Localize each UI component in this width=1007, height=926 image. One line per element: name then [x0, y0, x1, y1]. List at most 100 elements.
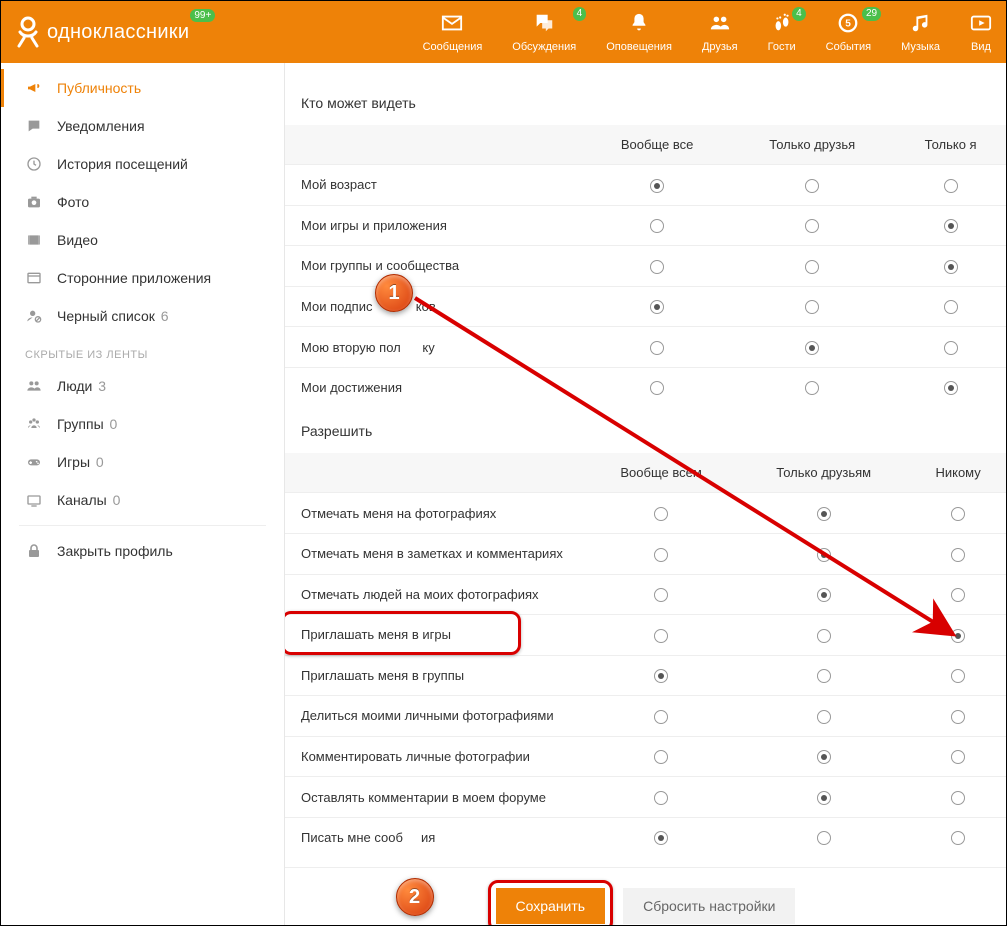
- radio-option[interactable]: [951, 710, 965, 724]
- radio-option[interactable]: [951, 588, 965, 602]
- radio-option[interactable]: [654, 791, 668, 805]
- radio-option[interactable]: [654, 548, 668, 562]
- nav-music[interactable]: Музыка: [901, 9, 940, 53]
- radio-option[interactable]: [944, 260, 958, 274]
- setting-row: Мой возраст: [285, 165, 1006, 206]
- nav-messages[interactable]: Сообщения: [423, 9, 483, 53]
- sidebar-separator: [19, 525, 266, 526]
- sidebar-item-count: 0: [110, 416, 118, 432]
- radio-option[interactable]: [817, 588, 831, 602]
- camera-icon: [25, 193, 43, 211]
- setting-label: Мои игры и приложения: [285, 205, 585, 246]
- radio-option[interactable]: [805, 179, 819, 193]
- sidebar-lock-profile[interactable]: Закрыть профиль: [1, 532, 284, 570]
- setting-label: Делиться моими личными фотографиями: [285, 696, 585, 737]
- radio-option[interactable]: [817, 629, 831, 643]
- sidebar-item-games[interactable]: Игры 0: [1, 443, 284, 481]
- coin-icon: 5: [837, 9, 859, 37]
- radio-option[interactable]: [805, 219, 819, 233]
- sidebar-item-blacklist[interactable]: Черный список 6: [1, 297, 284, 335]
- reset-button[interactable]: Сбросить настройки: [623, 888, 795, 924]
- sidebar-item-count: 6: [161, 308, 169, 324]
- nav-events[interactable]: 5 События 29: [826, 9, 871, 53]
- setting-row: Писать мне сооб ия: [285, 817, 1006, 857]
- sidebar-item-history[interactable]: История посещений: [1, 145, 284, 183]
- sidebar-item-apps[interactable]: Сторонние приложения: [1, 259, 284, 297]
- setting-label: Приглашать меня в игры: [285, 615, 585, 656]
- radio-option[interactable]: [817, 507, 831, 521]
- sidebar-item-label: Игры 0: [57, 454, 104, 470]
- topbar: одноклассники 99+ Сообщения Обсуждения 4…: [1, 1, 1006, 63]
- brand[interactable]: одноклассники 99+: [15, 15, 189, 49]
- nav-badge: 4: [792, 7, 806, 21]
- sidebar-item-people[interactable]: Люди 3: [1, 367, 284, 405]
- radio-option[interactable]: [951, 669, 965, 683]
- radio-option[interactable]: [951, 791, 965, 805]
- people-icon: [25, 377, 43, 395]
- radio-option[interactable]: [944, 341, 958, 355]
- friends-icon: [709, 9, 731, 37]
- nav-video[interactable]: Вид: [970, 9, 992, 53]
- radio-option[interactable]: [951, 507, 965, 521]
- setting-label: Отмечать людей на моих фотографиях: [285, 574, 585, 615]
- sidebar-item-channels[interactable]: Каналы 0: [1, 481, 284, 519]
- radio-option[interactable]: [944, 179, 958, 193]
- setting-row: Приглашать меня в группы: [285, 655, 1006, 696]
- sidebar-item-groups[interactable]: Группы 0: [1, 405, 284, 443]
- sidebar-item-photo[interactable]: Фото: [1, 183, 284, 221]
- nav-alerts[interactable]: Оповещения: [606, 9, 672, 53]
- radio-option[interactable]: [654, 507, 668, 521]
- nav-guests[interactable]: Гости 4: [768, 9, 796, 53]
- radio-option[interactable]: [817, 669, 831, 683]
- radio-option[interactable]: [650, 300, 664, 314]
- nav-discuss[interactable]: Обсуждения 4: [512, 9, 576, 53]
- radio-option[interactable]: [951, 629, 965, 643]
- setting-label: Писать мне сооб ия: [285, 817, 585, 857]
- radio-option[interactable]: [654, 831, 668, 845]
- radio-option[interactable]: [951, 831, 965, 845]
- radio-option[interactable]: [654, 750, 668, 764]
- radio-option[interactable]: [817, 548, 831, 562]
- radio-option[interactable]: [817, 710, 831, 724]
- radio-option[interactable]: [654, 629, 668, 643]
- nav-label: Вид: [971, 41, 991, 53]
- radio-option[interactable]: [650, 341, 664, 355]
- radio-option[interactable]: [817, 750, 831, 764]
- radio-option[interactable]: [650, 381, 664, 395]
- nav-label: Сообщения: [423, 41, 483, 53]
- radio-option[interactable]: [944, 219, 958, 233]
- sidebar-item-videos[interactable]: Видео: [1, 221, 284, 259]
- radio-option[interactable]: [805, 341, 819, 355]
- radio-option[interactable]: [805, 300, 819, 314]
- radio-option[interactable]: [650, 179, 664, 193]
- radio-option[interactable]: [944, 381, 958, 395]
- svg-text:5: 5: [846, 19, 852, 30]
- visibility-table: Вообще всеТолько друзьяТолько яМой возра…: [285, 125, 1006, 407]
- chat-icon: [533, 9, 555, 37]
- radio-option[interactable]: [650, 219, 664, 233]
- radio-option[interactable]: [654, 669, 668, 683]
- setting-label: Приглашать меня в группы: [285, 655, 585, 696]
- sidebar-item-label: Закрыть профиль: [57, 543, 173, 559]
- sidebar-item-publicity[interactable]: Публичность: [1, 69, 284, 107]
- radio-option[interactable]: [951, 548, 965, 562]
- column-header: Никому: [910, 453, 1006, 493]
- nav-badge: 4: [573, 7, 587, 21]
- radio-option[interactable]: [805, 381, 819, 395]
- nav-friends[interactable]: Друзья: [702, 9, 738, 53]
- radio-option[interactable]: [817, 791, 831, 805]
- radio-option[interactable]: [650, 260, 664, 274]
- setting-label: Мои группы и сообщества: [285, 246, 585, 287]
- sidebar-item-label: Фото: [57, 194, 89, 210]
- radio-option[interactable]: [817, 831, 831, 845]
- radio-option[interactable]: [654, 710, 668, 724]
- setting-label: Мои подпис ков: [285, 286, 585, 327]
- save-button[interactable]: Сохранить: [496, 888, 606, 924]
- sidebar-item-label: Сторонние приложения: [57, 270, 211, 286]
- radio-option[interactable]: [654, 588, 668, 602]
- radio-option[interactable]: [944, 300, 958, 314]
- setting-label: Отмечать меня на фотографиях: [285, 493, 585, 534]
- radio-option[interactable]: [951, 750, 965, 764]
- radio-option[interactable]: [805, 260, 819, 274]
- sidebar-item-notifications[interactable]: Уведомления: [1, 107, 284, 145]
